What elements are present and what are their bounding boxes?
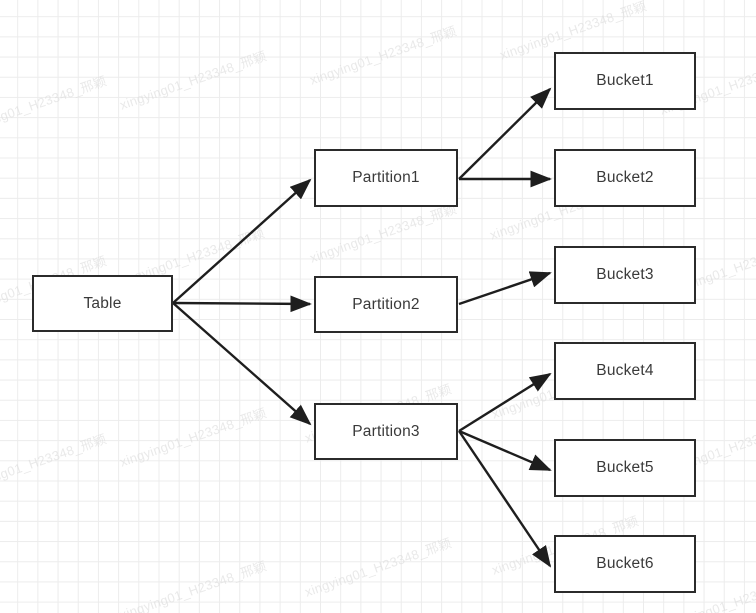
node-label-bucket4: Bucket4	[596, 362, 654, 380]
node-partition2[interactable]: Partition2	[314, 276, 458, 333]
node-bucket4[interactable]: Bucket4	[554, 342, 696, 400]
node-partition1[interactable]: Partition1	[314, 149, 458, 207]
node-bucket3[interactable]: Bucket3	[554, 246, 696, 304]
node-bucket6[interactable]: Bucket6	[554, 535, 696, 593]
node-label-partition1: Partition1	[352, 169, 420, 187]
node-partition3[interactable]: Partition3	[314, 403, 458, 460]
node-label-partition2: Partition2	[352, 295, 420, 313]
node-label-bucket2: Bucket2	[596, 169, 654, 187]
node-label-table: Table	[83, 294, 122, 312]
node-table[interactable]: Table	[32, 275, 173, 332]
node-label-bucket1: Bucket1	[596, 72, 654, 90]
node-bucket1[interactable]: Bucket1	[554, 52, 696, 110]
node-bucket2[interactable]: Bucket2	[554, 149, 696, 207]
node-label-bucket6: Bucket6	[596, 555, 654, 573]
node-label-partition3: Partition3	[352, 422, 420, 440]
diagram-canvas: xingying01_H23348_邢颖 xingying01_H23348_邢颖…	[0, 0, 756, 613]
nodes-layer: Table Partition1 Partition2 Partition3 Bucke…	[0, 0, 756, 613]
node-label-bucket3: Bucket3	[596, 266, 654, 284]
node-label-bucket5: Bucket5	[596, 459, 654, 477]
node-bucket5[interactable]: Bucket5	[554, 439, 696, 497]
